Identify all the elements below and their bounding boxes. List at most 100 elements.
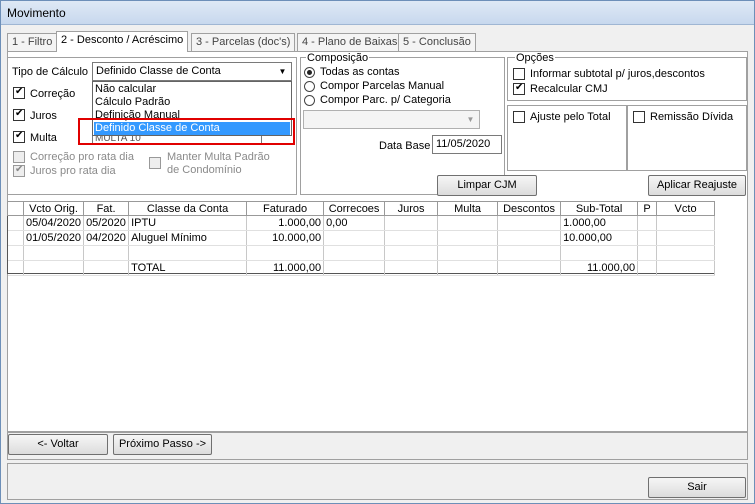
juros-checkbox[interactable] (13, 108, 25, 121)
row-indicator[interactable] (7, 215, 24, 231)
cell-classe[interactable]: TOTAL (128, 260, 248, 276)
cell-correcoes[interactable] (323, 245, 386, 261)
cell-juros[interactable] (384, 260, 439, 276)
option-nao-calcular[interactable]: Não calcular (95, 83, 156, 96)
cell-classe[interactable] (128, 245, 248, 261)
col-header[interactable]: Descontos (497, 201, 562, 216)
cell-descontos[interactable] (497, 230, 562, 246)
cell-multa[interactable] (437, 215, 499, 231)
cell-juros[interactable] (384, 215, 439, 231)
proximo-passo-button[interactable]: Próximo Passo -> (113, 434, 212, 455)
cell-classe[interactable]: IPTU (128, 215, 248, 231)
cell-vcto-orig[interactable] (23, 245, 85, 261)
option-calculo-padrao[interactable]: Cálculo Padrão (95, 96, 170, 109)
col-header[interactable] (7, 201, 24, 216)
correcao-pro-rata-checkbox[interactable] (13, 151, 25, 163)
table-row[interactable] (7, 245, 716, 261)
row-indicator[interactable] (7, 230, 24, 246)
cell-vcto[interactable] (656, 245, 716, 261)
cell-multa[interactable] (437, 260, 499, 276)
col-header[interactable]: Correcoes (323, 201, 386, 216)
cell-juros[interactable] (384, 230, 439, 246)
tab-plano-baixas[interactable]: 4 - Plano de Baixas (297, 33, 403, 51)
informar-subtotal-label: Informar subtotal p/ juros,descontos (530, 68, 705, 80)
table-row-total[interactable]: TOTAL 11.000,00 11.000,00 (7, 260, 716, 276)
col-header[interactable]: Fat. (83, 201, 130, 216)
col-header[interactable]: Vcto (656, 201, 716, 216)
remissao-label: Remissão Dívida (650, 111, 734, 123)
tab-filtro[interactable]: 1 - Filtro (7, 33, 58, 51)
ajuste-total-checkbox[interactable] (513, 111, 525, 123)
cell-fat[interactable] (83, 260, 130, 276)
col-header[interactable]: Faturado (246, 201, 325, 216)
row-indicator[interactable] (7, 260, 24, 276)
cell-p[interactable] (637, 230, 658, 246)
table-row[interactable]: 01/05/2020 04/2020 Aluguel Mínimo 10.000… (7, 230, 716, 246)
col-header[interactable]: Vcto Orig. (22, 201, 85, 216)
cell-subtotal[interactable] (560, 245, 639, 261)
aplicar-reajuste-button[interactable]: Aplicar Reajuste (648, 175, 746, 196)
radio-todas-contas[interactable] (304, 67, 315, 78)
cell-juros[interactable] (384, 245, 439, 261)
cell-correcoes[interactable] (323, 260, 386, 276)
cell-descontos[interactable] (497, 260, 562, 276)
cell-p[interactable] (637, 215, 658, 231)
title-bar[interactable]: Movimento (1, 1, 754, 25)
correcao-pro-rata-label: Correção pro rata dia (30, 151, 134, 163)
data-base-input[interactable]: 11/05/2020 (432, 135, 502, 154)
col-header[interactable]: Juros (384, 201, 439, 216)
informar-subtotal-checkbox[interactable] (513, 68, 525, 80)
radio-compor-categoria[interactable] (304, 95, 315, 106)
cell-faturado[interactable]: 10.000,00 (246, 230, 325, 246)
tab-conclusao[interactable]: 5 - Conclusão (398, 33, 476, 51)
cell-p[interactable] (637, 245, 658, 261)
tab-desconto-acrescimo[interactable]: 2 - Desconto / Acréscimo (56, 31, 189, 52)
cell-subtotal[interactable]: 1.000,00 (560, 215, 639, 231)
cell-correcoes[interactable] (323, 230, 386, 246)
cell-vcto[interactable] (656, 215, 716, 231)
voltar-button[interactable]: <- Voltar (8, 434, 108, 455)
cell-vcto-orig[interactable] (23, 260, 85, 276)
cell-faturado[interactable]: 1.000,00 (246, 215, 325, 231)
chevron-down-icon[interactable]: ▼ (463, 112, 478, 127)
cell-vcto[interactable] (656, 230, 716, 246)
cell-descontos[interactable] (497, 215, 562, 231)
cell-vcto-orig[interactable]: 05/04/2020 (23, 215, 85, 231)
todas-contas-label: Todas as contas (320, 66, 400, 78)
cell-subtotal[interactable]: 10.000,00 (560, 230, 639, 246)
sair-button[interactable]: Sair (648, 477, 746, 498)
cell-fat[interactable] (83, 245, 130, 261)
remissao-checkbox[interactable] (633, 111, 645, 123)
tipo-calculo-select[interactable]: Definido Classe de Conta ▼ (92, 62, 292, 81)
table-row[interactable]: 05/04/2020 05/2020 IPTU 1.000,00 0,00 1.… (7, 215, 716, 231)
limpar-cjm-button[interactable]: Limpar CJM (437, 175, 537, 196)
radio-compor-manual[interactable] (304, 81, 315, 92)
cell-faturado[interactable]: 11.000,00 (246, 260, 325, 276)
cell-classe[interactable]: Aluguel Mínimo (128, 230, 248, 246)
col-header[interactable]: Sub-Total (560, 201, 639, 216)
manter-multa-checkbox[interactable] (149, 157, 161, 169)
multa-checkbox[interactable] (13, 130, 25, 143)
row-indicator[interactable] (7, 245, 24, 261)
cell-vcto[interactable] (656, 260, 716, 276)
cell-multa[interactable] (437, 230, 499, 246)
cell-subtotal[interactable]: 11.000,00 (560, 260, 639, 276)
cell-descontos[interactable] (497, 245, 562, 261)
cell-multa[interactable] (437, 245, 499, 261)
manter-multa-label-2: de Condomínio (167, 164, 242, 176)
cell-faturado[interactable] (246, 245, 325, 261)
col-header[interactable]: Multa (437, 201, 499, 216)
cell-fat[interactable]: 05/2020 (83, 215, 130, 231)
correcao-checkbox[interactable] (13, 86, 25, 99)
juros-pro-rata-checkbox[interactable] (13, 164, 25, 177)
cell-p[interactable] (637, 260, 658, 276)
cell-fat[interactable]: 04/2020 (83, 230, 130, 246)
cell-correcoes[interactable]: 0,00 (323, 215, 386, 231)
categoria-select[interactable]: ▼ (303, 110, 480, 129)
col-header[interactable]: P (637, 201, 658, 216)
cell-vcto-orig[interactable]: 01/05/2020 (23, 230, 85, 246)
col-header[interactable]: Classe da Conta (128, 201, 248, 216)
tab-parcelas[interactable]: 3 - Parcelas (doc's) (191, 33, 296, 51)
chevron-down-icon[interactable]: ▼ (275, 64, 290, 79)
recalcular-cmj-checkbox[interactable] (513, 82, 525, 95)
